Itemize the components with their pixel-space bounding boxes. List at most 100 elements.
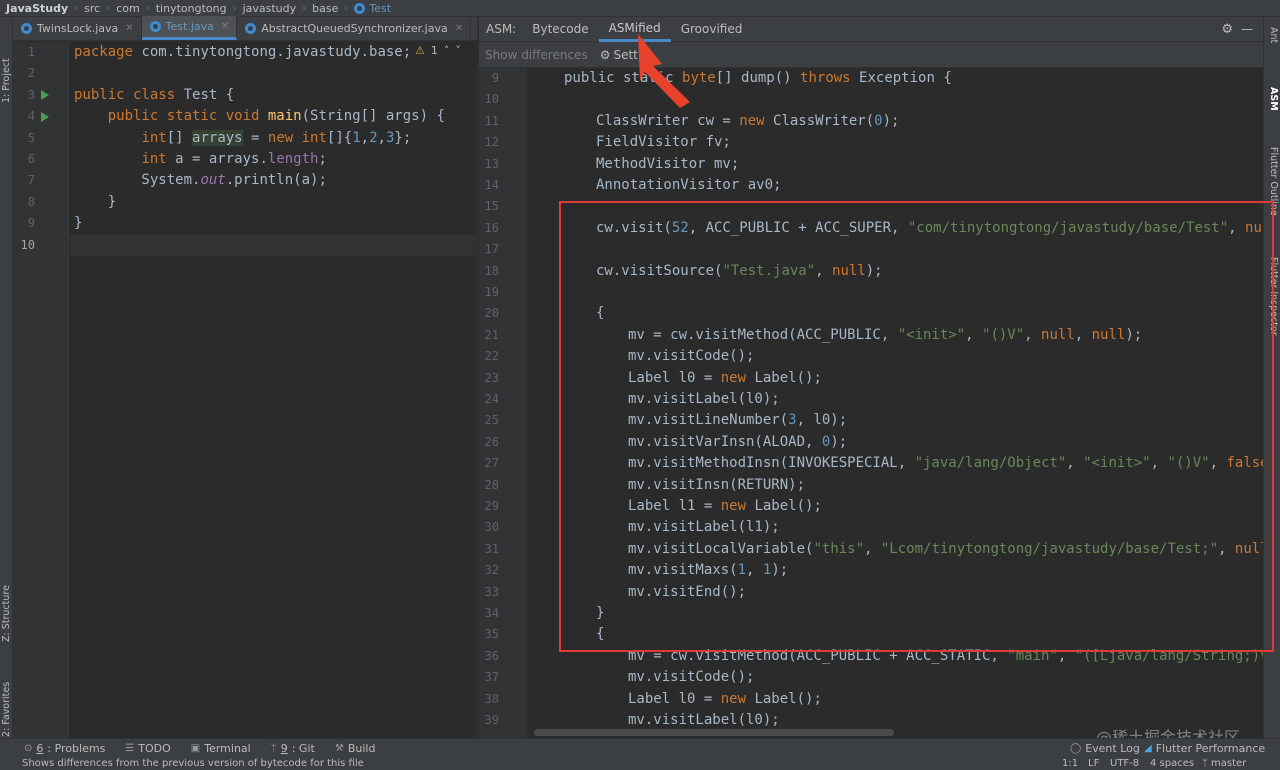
asm-tool-button[interactable]: ASM bbox=[1266, 87, 1279, 111]
git-key: 9 bbox=[280, 741, 288, 755]
breadcrumb-src[interactable]: src bbox=[84, 2, 100, 15]
line-number: 25 bbox=[484, 413, 499, 428]
problems-key: 6 bbox=[36, 741, 44, 755]
line-number: 26 bbox=[484, 434, 499, 449]
line-number: 21 bbox=[484, 327, 499, 342]
terminal-icon: ▣ bbox=[190, 742, 201, 754]
gear-icon[interactable]: ⚙ bbox=[1221, 22, 1233, 37]
structure-label: Z: Structure bbox=[1, 585, 12, 642]
run-icon[interactable] bbox=[41, 90, 49, 100]
java-class-icon bbox=[245, 22, 257, 34]
file-encoding[interactable]: UTF-8 bbox=[1110, 758, 1139, 769]
line-number: 10 bbox=[20, 237, 35, 252]
line-separator[interactable]: LF bbox=[1088, 758, 1099, 769]
line-number: 34 bbox=[484, 606, 499, 620]
status-message: Shows differences from the previous vers… bbox=[22, 758, 364, 769]
problems-label: : Problems bbox=[47, 741, 106, 755]
event-log-button[interactable]: ◯ Event Log bbox=[1070, 742, 1140, 755]
line-number: 10 bbox=[484, 92, 499, 107]
line-number: 17 bbox=[484, 242, 499, 257]
flutter-performance-button[interactable]: ◢ Flutter Performance bbox=[1144, 742, 1265, 755]
list-icon: ☰ bbox=[125, 742, 135, 754]
branch-icon: ᛘ bbox=[1202, 758, 1208, 769]
left-tool-strip: 1: Project Z: Structure 2: Favorites bbox=[0, 17, 13, 738]
close-icon[interactable]: ✕ bbox=[221, 21, 229, 32]
line-number: 30 bbox=[484, 520, 499, 535]
git-button[interactable]: ᛘ9: Git bbox=[271, 742, 315, 755]
line-number: 20 bbox=[484, 306, 499, 321]
line-number: 9 bbox=[27, 216, 35, 231]
tab-twinslock[interactable]: TwinsLock.java ✕ bbox=[13, 16, 142, 40]
line-number: 1 bbox=[27, 45, 35, 59]
breadcrumb-test-label: Test bbox=[369, 1, 392, 15]
git-label: : Git bbox=[291, 741, 315, 755]
breadcrumb-test[interactable]: Test bbox=[354, 2, 391, 15]
project-tool-button[interactable]: 1: Project bbox=[0, 23, 13, 103]
run-icon[interactable] bbox=[41, 112, 49, 122]
line-gutter: 1 2 3 4 5 6 7 8 9 10 bbox=[13, 42, 69, 738]
line-number: 4 bbox=[27, 109, 35, 124]
flutter-icon: ◢ bbox=[1144, 742, 1152, 754]
line-number: 2 bbox=[27, 66, 35, 81]
line-number: 5 bbox=[27, 130, 35, 145]
chat-icon: ◯ bbox=[1070, 742, 1082, 754]
breadcrumb-base[interactable]: base bbox=[312, 2, 338, 15]
flutter-inspector-tool-button[interactable]: Flutter Inspector bbox=[1266, 257, 1279, 336]
problems-button[interactable]: ⊙ 6: Problems bbox=[24, 742, 105, 755]
flutter-inspector-label: Flutter Inspector bbox=[1268, 257, 1279, 336]
line-number: 8 bbox=[27, 194, 35, 209]
event-log-label: Event Log bbox=[1085, 741, 1140, 755]
class-icon bbox=[354, 2, 366, 14]
asm-code-area[interactable]: public static byte[] dump() throws Excep… bbox=[527, 68, 1263, 738]
favorites-tool-button[interactable]: 2: Favorites bbox=[0, 657, 13, 737]
minimize-icon[interactable]: — bbox=[1241, 22, 1253, 36]
line-number: 39 bbox=[484, 713, 499, 727]
line-number: 28 bbox=[484, 477, 499, 492]
horizontal-scrollbar[interactable] bbox=[534, 729, 894, 736]
git-branch[interactable]: ᛘ master bbox=[1202, 758, 1246, 769]
structure-tool-button[interactable]: Z: Structure bbox=[0, 562, 13, 642]
line-number: 22 bbox=[484, 349, 499, 364]
code-area[interactable]: package com.tinytongtong.javastudy.base;… bbox=[70, 42, 478, 738]
line-number: 37 bbox=[484, 670, 499, 685]
status-bar: Shows differences from the previous vers… bbox=[0, 757, 1280, 770]
favorites-label: 2: Favorites bbox=[1, 681, 12, 737]
tab-bytecode-label: Bytecode bbox=[532, 22, 589, 36]
line-number: 18 bbox=[484, 263, 499, 278]
indent-setting[interactable]: 4 spaces bbox=[1150, 758, 1194, 769]
close-icon[interactable]: ✕ bbox=[455, 23, 463, 34]
line-number: 35 bbox=[484, 627, 499, 642]
todo-label: TODO bbox=[138, 741, 171, 755]
breadcrumb-project[interactable]: JavaStudy bbox=[6, 2, 68, 15]
line-number: 29 bbox=[484, 499, 499, 513]
tab-bytecode[interactable]: Bytecode bbox=[522, 17, 598, 42]
hammer-icon: ⚒ bbox=[334, 742, 344, 754]
ant-tool-button[interactable]: Ant bbox=[1266, 27, 1279, 43]
build-button[interactable]: ⚒ Build bbox=[335, 742, 376, 755]
terminal-button[interactable]: ▣ Terminal bbox=[191, 742, 251, 755]
line-number: 31 bbox=[484, 541, 499, 556]
todo-button[interactable]: ☰ TODO bbox=[125, 742, 170, 755]
line-number: 9 bbox=[491, 71, 499, 85]
java-class-icon bbox=[21, 22, 32, 34]
flutter-outline-tool-button[interactable]: Flutter Outline bbox=[1266, 147, 1279, 216]
line-number: 14 bbox=[484, 178, 499, 192]
breadcrumb-tinytongtong[interactable]: tinytongtong bbox=[156, 2, 227, 15]
branch-label: master bbox=[1211, 758, 1247, 769]
build-label: Build bbox=[347, 741, 376, 755]
breadcrumb-javastudy[interactable]: javastudy bbox=[243, 2, 297, 15]
right-tool-strip: Ant ASM Flutter Outline Flutter Inspecto… bbox=[1263, 17, 1280, 738]
caret-position[interactable]: 1:1 bbox=[1062, 758, 1078, 769]
line-number: 7 bbox=[27, 173, 35, 188]
annotation-arrow-icon bbox=[638, 34, 690, 108]
tab-aqs[interactable]: AbstractQueuedSynchronizer.java ✕ bbox=[237, 16, 472, 40]
editor-tabs: TwinsLock.java ✕ Test.java ✕ AbstractQueue… bbox=[13, 16, 477, 41]
line-number: 11 bbox=[484, 113, 499, 128]
breadcrumb-com[interactable]: com bbox=[116, 2, 140, 15]
project-label: 1: Project bbox=[1, 58, 12, 103]
line-number: 38 bbox=[484, 691, 499, 706]
show-differences-button[interactable]: Show differences bbox=[485, 48, 588, 62]
git-icon: ᛘ bbox=[270, 742, 277, 754]
tab-test[interactable]: Test.java ✕ bbox=[141, 16, 238, 40]
close-icon[interactable]: ✕ bbox=[125, 23, 133, 34]
